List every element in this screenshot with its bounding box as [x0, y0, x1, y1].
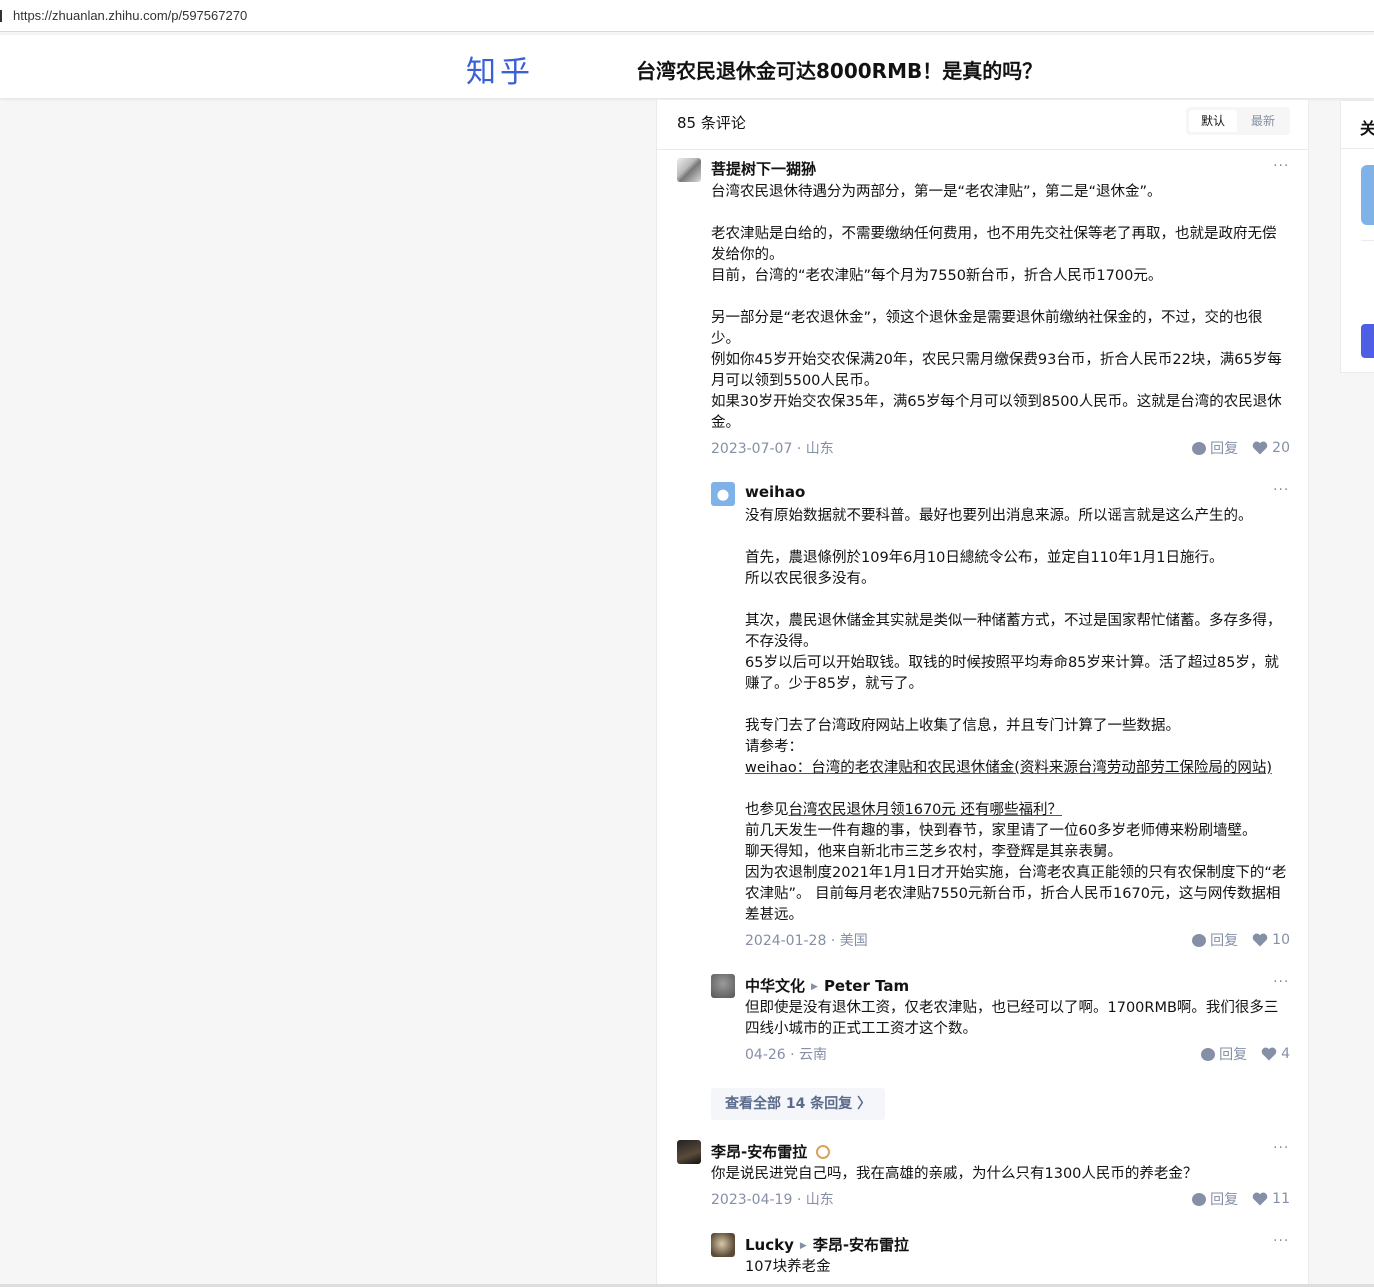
site-header: 知乎 台湾农民退休金可达8000RMB！是真的吗？ — [0, 35, 1374, 98]
author-name[interactable]: Lucky — [745, 1236, 794, 1254]
reply-arrow-icon: ▶ — [799, 1241, 807, 1251]
url-text[interactable]: https://zhuanlan.zhihu.com/p/597567270 — [13, 8, 247, 23]
comment-text: 107块养老金 — [745, 1257, 1291, 1278]
reply-target-name[interactable]: 李昂-安布雷拉 — [813, 1236, 909, 1254]
zhihu-logo[interactable]: 知乎 — [466, 47, 534, 91]
sidebar-title: 关 — [1360, 119, 1374, 138]
browser-address-bar[interactable]: https://zhuanlan.zhihu.com/p/597567270 — [0, 0, 1374, 32]
tab-edge — [0, 10, 2, 22]
text-line: 107块养老金 — [745, 1259, 831, 1275]
reply-item: Lucky ▶ 李昂-安布雷拉 ··· 107块养老金 — [657, 100, 1308, 1287]
more-options-icon[interactable]: ··· — [1273, 1233, 1289, 1249]
divider — [1341, 148, 1374, 149]
divider — [1361, 240, 1374, 241]
sidebar-card: 关 — [1340, 100, 1374, 373]
comment-author: Lucky ▶ 李昂-安布雷拉 — [745, 1234, 909, 1255]
author-avatar[interactable] — [1361, 165, 1374, 225]
follow-button[interactable] — [1361, 324, 1374, 358]
comments-panel: 85 条评论 默认 最新 菩提树下一猢狲 ··· 台湾农民退休待遇分为两部分，第… — [656, 100, 1309, 1287]
avatar[interactable] — [711, 1233, 735, 1257]
article-title: 台湾农民退休金可达8000RMB！是真的吗？ — [636, 59, 1043, 83]
